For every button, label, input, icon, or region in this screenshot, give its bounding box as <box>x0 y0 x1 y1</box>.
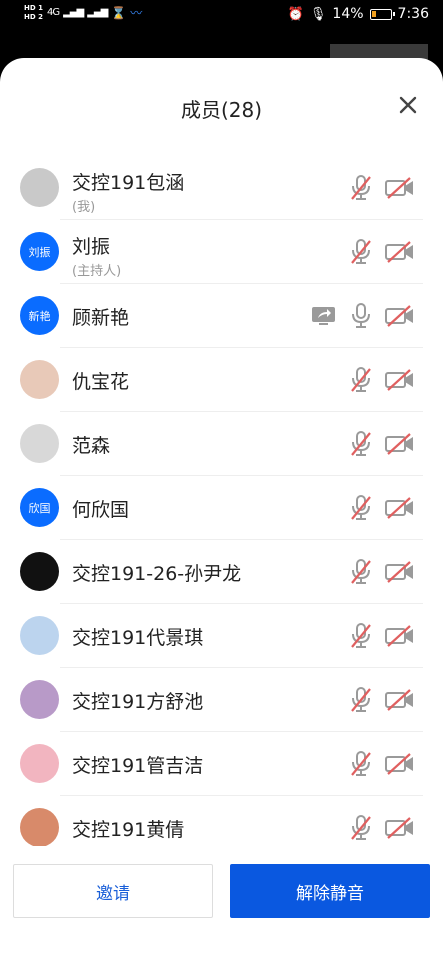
member-role: (我) <box>72 200 96 215</box>
member-name: 交控191黄倩 <box>72 819 185 841</box>
mic-muted-icon[interactable] <box>350 175 372 201</box>
avatar: 欣国 <box>20 488 59 527</box>
avatar <box>20 744 59 783</box>
close-icon[interactable] <box>399 96 417 114</box>
member-row[interactable]: 范森 <box>0 412 443 476</box>
signal-icon: ▂▄▆ <box>63 7 84 18</box>
member-name: 交控191方舒池 <box>72 691 204 713</box>
member-row[interactable]: 刘振 刘振 (主持人) <box>0 220 443 284</box>
member-name: 交控191管吉洁 <box>72 755 204 777</box>
unmute-button[interactable]: 解除静音 <box>230 864 430 918</box>
screen-share-icon <box>311 306 336 326</box>
camera-off-icon[interactable] <box>385 369 415 391</box>
avatar: 新艳 <box>20 296 59 335</box>
mic-icon[interactable] <box>350 303 372 329</box>
mic-muted-icon[interactable] <box>350 559 372 585</box>
member-name: 仇宝花 <box>72 371 130 393</box>
avatar <box>20 360 59 399</box>
battery-percent: 14% <box>332 6 364 22</box>
sim2-label: HD 2 <box>24 13 43 21</box>
member-role: (主持人) <box>72 264 122 279</box>
avatar-initials: 欣国 <box>28 501 51 515</box>
camera-off-icon[interactable] <box>385 817 415 839</box>
camera-off-icon[interactable] <box>385 689 415 711</box>
camera-off-icon[interactable] <box>385 241 415 263</box>
member-row[interactable]: 交控191代景琪 <box>0 604 443 668</box>
member-row[interactable]: 欣国 何欣国 <box>0 476 443 540</box>
avatar <box>20 616 59 655</box>
mic-muted-icon[interactable] <box>350 815 372 841</box>
sheet-title: 成员(28) <box>180 98 263 122</box>
member-list: 交控191包涵 (我) 刘振 刘振 (主持人) 新艳 顾新艳 仇宝花 范森 欣国… <box>0 156 443 846</box>
mic-muted-icon[interactable] <box>350 431 372 457</box>
status-right: ⏰ 🎙 14% 7:36 <box>288 6 429 22</box>
sim1-label: HD 1 <box>24 4 43 12</box>
app-notification-icon: 〰 <box>130 6 143 20</box>
member-name: 交控191包涵 <box>72 172 185 194</box>
camera-off-icon[interactable] <box>385 177 415 199</box>
members-sheet: 成员(28) 交控191包涵 (我) 刘振 刘振 (主持人) 新艳 顾新艳 仇宝… <box>0 58 443 960</box>
member-name: 范森 <box>72 435 111 457</box>
avatar: 刘振 <box>20 232 59 271</box>
camera-off-icon[interactable] <box>385 497 415 519</box>
camera-off-icon[interactable] <box>385 753 415 775</box>
member-row[interactable]: 交控191黄倩 <box>0 796 443 846</box>
member-name: 何欣国 <box>72 499 130 521</box>
avatar <box>20 808 59 846</box>
alarm-icon: ⏰ <box>287 6 304 22</box>
network-label: 4G <box>46 7 60 18</box>
avatar <box>20 680 59 719</box>
member-row[interactable]: 交控191方舒池 <box>0 668 443 732</box>
member-name: 刘振 <box>72 236 111 258</box>
battery-icon <box>369 8 395 20</box>
camera-off-icon[interactable] <box>385 561 415 583</box>
member-row[interactable]: 交控191-26-孙尹龙 <box>0 540 443 604</box>
avatar-initials: 刘振 <box>28 245 51 259</box>
member-name: 交控191代景琪 <box>72 627 204 649</box>
mic-status-icon: 🎙 <box>309 6 327 22</box>
avatar <box>20 168 59 207</box>
status-left: HD 1 HD 2 4G ▂▄▆ ▂▄▆ ⌛ 〰 <box>24 4 142 21</box>
member-row[interactable]: 仇宝花 <box>0 348 443 412</box>
sim-indicators: HD 1 HD 2 <box>24 4 43 21</box>
camera-off-icon[interactable] <box>385 433 415 455</box>
status-bar: HD 1 HD 2 4G ▂▄▆ ▂▄▆ ⌛ 〰 ⏰ 🎙 14% 7:36 <box>0 0 443 34</box>
avatar <box>20 424 59 463</box>
clock: 7:36 <box>397 6 429 22</box>
member-row[interactable]: 交控191包涵 (我) <box>0 156 443 220</box>
mic-muted-icon[interactable] <box>350 239 372 265</box>
mic-muted-icon[interactable] <box>350 623 372 649</box>
invite-button[interactable]: 邀请 <box>13 864 213 918</box>
mic-muted-icon[interactable] <box>350 495 372 521</box>
mic-muted-icon[interactable] <box>350 367 372 393</box>
member-row[interactable]: 新艳 顾新艳 <box>0 284 443 348</box>
member-row[interactable]: 交控191管吉洁 <box>0 732 443 796</box>
signal2-icon: ▂▄▆ <box>87 7 108 18</box>
avatar-initials: 新艳 <box>28 309 51 323</box>
mic-muted-icon[interactable] <box>350 751 372 777</box>
avatar <box>20 552 59 591</box>
member-name: 交控191-26-孙尹龙 <box>72 563 242 585</box>
camera-off-icon[interactable] <box>385 625 415 647</box>
camera-off-icon[interactable] <box>385 305 415 327</box>
mic-muted-icon[interactable] <box>350 687 372 713</box>
hourglass-icon: ⌛ <box>111 5 127 20</box>
member-name: 顾新艳 <box>72 307 130 329</box>
